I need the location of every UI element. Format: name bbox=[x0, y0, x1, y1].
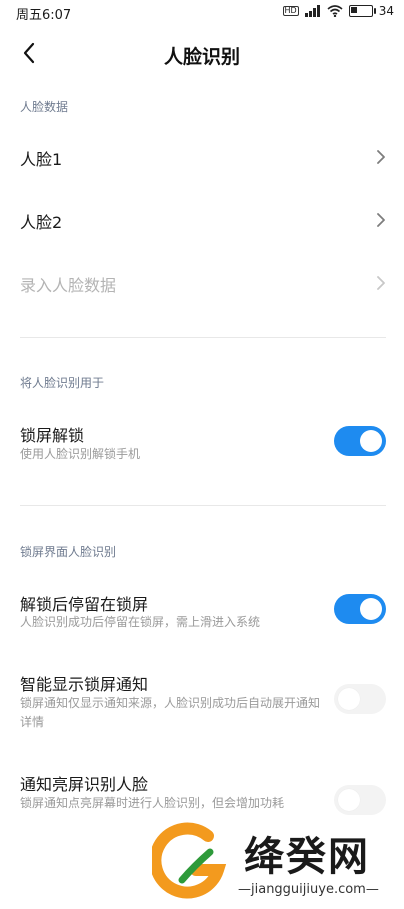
face-2-label: 人脸2 bbox=[20, 213, 63, 232]
smart-notification-label: 智能显示锁屏通知 bbox=[20, 675, 149, 694]
hd-badge: HD bbox=[282, 6, 299, 16]
chevron-right-icon bbox=[377, 213, 385, 227]
stay-on-lockscreen-row[interactable]: 解锁后停留在锁屏 人脸识别成功后停留在锁屏，需上滑进入系统 bbox=[0, 585, 404, 641]
add-face-data-label: 录入人脸数据 bbox=[20, 276, 117, 295]
header: 人脸识别 bbox=[0, 30, 404, 80]
status-icons: HD 34 bbox=[282, 4, 394, 18]
battery-fill bbox=[350, 7, 357, 13]
battery-level: 34 bbox=[378, 4, 394, 18]
stay-on-lockscreen-label: 解锁后停留在锁屏 bbox=[20, 595, 149, 614]
chevron-right-icon bbox=[377, 150, 385, 164]
watermark: 绛癸网 —jiangguijiuye.com— bbox=[152, 822, 392, 904]
toggle-knob bbox=[360, 430, 382, 452]
lockscreen-unlock-subtitle: 使用人脸识别解锁手机 bbox=[20, 447, 141, 461]
page-title: 人脸识别 bbox=[163, 46, 240, 68]
status-time: 周五6:07 bbox=[16, 8, 72, 23]
smart-notification-row[interactable]: 智能显示锁屏通知 锁屏通知仅显示通知来源，人脸识别成功后自动展开通知详情 bbox=[0, 665, 404, 737]
watermark-logo-icon bbox=[152, 822, 227, 899]
lockscreen-unlock-toggle[interactable] bbox=[334, 426, 386, 456]
toggle-knob bbox=[338, 688, 360, 710]
divider bbox=[20, 505, 386, 506]
divider bbox=[20, 337, 386, 338]
wake-face-recognition-toggle[interactable] bbox=[334, 785, 386, 815]
status-bar: 周五6:07 HD 34 bbox=[0, 0, 404, 26]
section-title-face-data: 人脸数据 bbox=[20, 100, 69, 114]
face-2-row[interactable]: 人脸2 bbox=[0, 197, 404, 243]
wake-face-recognition-label: 通知亮屏识别人脸 bbox=[20, 775, 149, 794]
smart-notification-toggle[interactable] bbox=[334, 684, 386, 714]
add-face-data-row[interactable]: 录入人脸数据 bbox=[0, 260, 404, 306]
lockscreen-unlock-label: 锁屏解锁 bbox=[20, 426, 85, 445]
chevron-right-icon bbox=[377, 276, 385, 290]
toggle-knob bbox=[338, 789, 360, 811]
face-1-label: 人脸1 bbox=[20, 150, 63, 169]
smart-notification-subtitle: 锁屏通知仅显示通知来源，人脸识别成功后自动展开通知详情 bbox=[20, 696, 321, 729]
watermark-name: 绛癸网 bbox=[244, 834, 370, 880]
section-title-lockscreen: 锁屏界面人脸识别 bbox=[20, 545, 117, 559]
wake-face-recognition-subtitle: 锁屏通知点亮屏幕时进行人脸识别，但会增加功耗 bbox=[20, 796, 285, 810]
stay-on-lockscreen-toggle[interactable] bbox=[334, 594, 386, 624]
wifi-icon bbox=[327, 5, 343, 17]
battery-icon bbox=[348, 5, 376, 17]
stay-on-lockscreen-subtitle: 人脸识别成功后停留在锁屏，需上滑进入系统 bbox=[20, 615, 261, 629]
watermark-url: —jiangguijiuye.com— bbox=[238, 882, 379, 897]
toggle-knob bbox=[360, 598, 382, 620]
signal-icon bbox=[304, 5, 320, 17]
face-1-row[interactable]: 人脸1 bbox=[0, 134, 404, 180]
section-title-use-for: 将人脸识别用于 bbox=[20, 376, 105, 390]
lockscreen-unlock-row[interactable]: 锁屏解锁 使用人脸识别解锁手机 bbox=[0, 416, 404, 472]
